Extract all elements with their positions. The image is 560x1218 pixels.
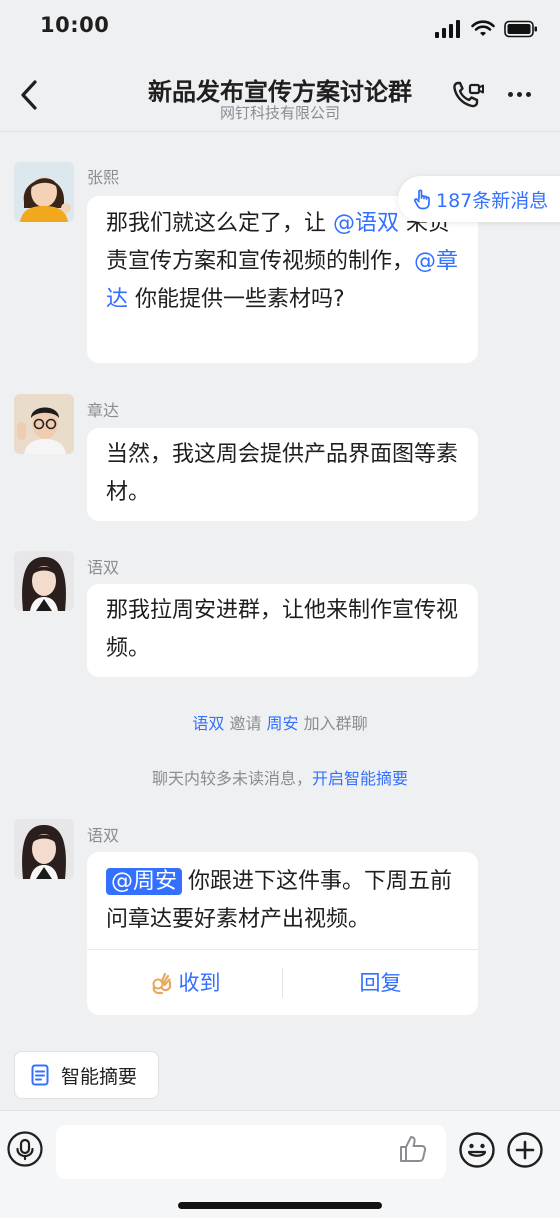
avatar[interactable] [14,551,74,611]
avatar[interactable] [14,394,74,454]
reply-label: 回复 [359,970,402,995]
emoji-icon[interactable] [458,1131,496,1169]
call-icon[interactable] [452,80,484,110]
status-icons [434,20,538,38]
inviter-link[interactable]: 语双 [192,714,224,733]
message-bubble[interactable]: 当然，我这周会提供产品界面图等素材。 [87,428,478,521]
message-item: 语双 @周安 你跟进下这件事。下周五前问章达要好素材产出视频。 收到 回复 [0,818,560,1018]
status-bar: 10:00 [0,0,560,54]
avatar[interactable] [14,819,74,879]
wifi-icon [471,20,495,36]
status-time: 10:00 [40,13,110,37]
thumbs-up-icon[interactable] [397,1133,429,1165]
mention-me-tag[interactable]: @周安 [106,868,183,895]
document-icon [31,1064,49,1086]
mention-link[interactable]: @语双 [333,211,399,236]
sender-name: 章达 [87,401,120,420]
signal-icon [435,20,460,38]
message-input[interactable] [56,1125,446,1179]
more-icon[interactable] [508,92,531,97]
sender-name: 语双 [87,826,120,845]
sender-name: 张熙 [87,168,120,187]
ack-label: 收到 [178,970,221,995]
battery-icon [504,20,537,38]
chat-header: 新品发布宣传方案讨论群 网钉科技有限公司 [0,54,560,132]
plus-icon[interactable] [506,1131,544,1169]
new-messages-label: 187条新消息 [436,189,549,212]
hand-pointer-icon [413,189,430,210]
system-invite-notice: 语双 邀请 周安 加入群聊 [0,710,560,734]
smart-summary-button[interactable]: 智能摘要 [14,1051,159,1099]
message-text: 那我们就这么定了，让 [106,211,333,236]
avatar[interactable] [14,162,74,222]
unread-notice-text: 聊天内较多未读消息， [151,769,312,788]
invite-suffix: 加入群聊 [303,714,368,733]
ack-button[interactable]: 收到 [87,964,282,1002]
message-item: 语双 那我拉周安进群，让他来制作宣传视频。 [0,550,560,680]
enable-smart-summary-link[interactable]: 开启智能摘要 [312,769,408,788]
message-text: 你能提供一些素材吗? [128,287,345,312]
message-actions: 收到 回复 [87,949,478,1015]
ok-hand-icon [152,972,171,994]
reply-button[interactable]: 回复 [283,964,478,1002]
sender-name: 语双 [87,558,120,577]
invitee-link[interactable]: 周安 [267,714,299,733]
new-messages-pill[interactable]: 187条新消息 [398,176,560,222]
message-item: 章达 当然，我这周会提供产品界面图等素材。 [0,393,560,523]
home-indicator[interactable] [178,1202,382,1209]
smart-summary-label: 智能摘要 [61,1065,138,1088]
microphone-icon[interactable] [7,1131,43,1167]
system-unread-notice: 聊天内较多未读消息，开启智能摘要 [0,765,560,789]
message-bubble[interactable]: 那我拉周安进群，让他来制作宣传视频。 [87,584,478,677]
invite-verb: 邀请 [229,714,262,733]
message-bubble[interactable]: @周安 你跟进下这件事。下周五前问章达要好素材产出视频。 收到 回复 [87,852,478,1015]
